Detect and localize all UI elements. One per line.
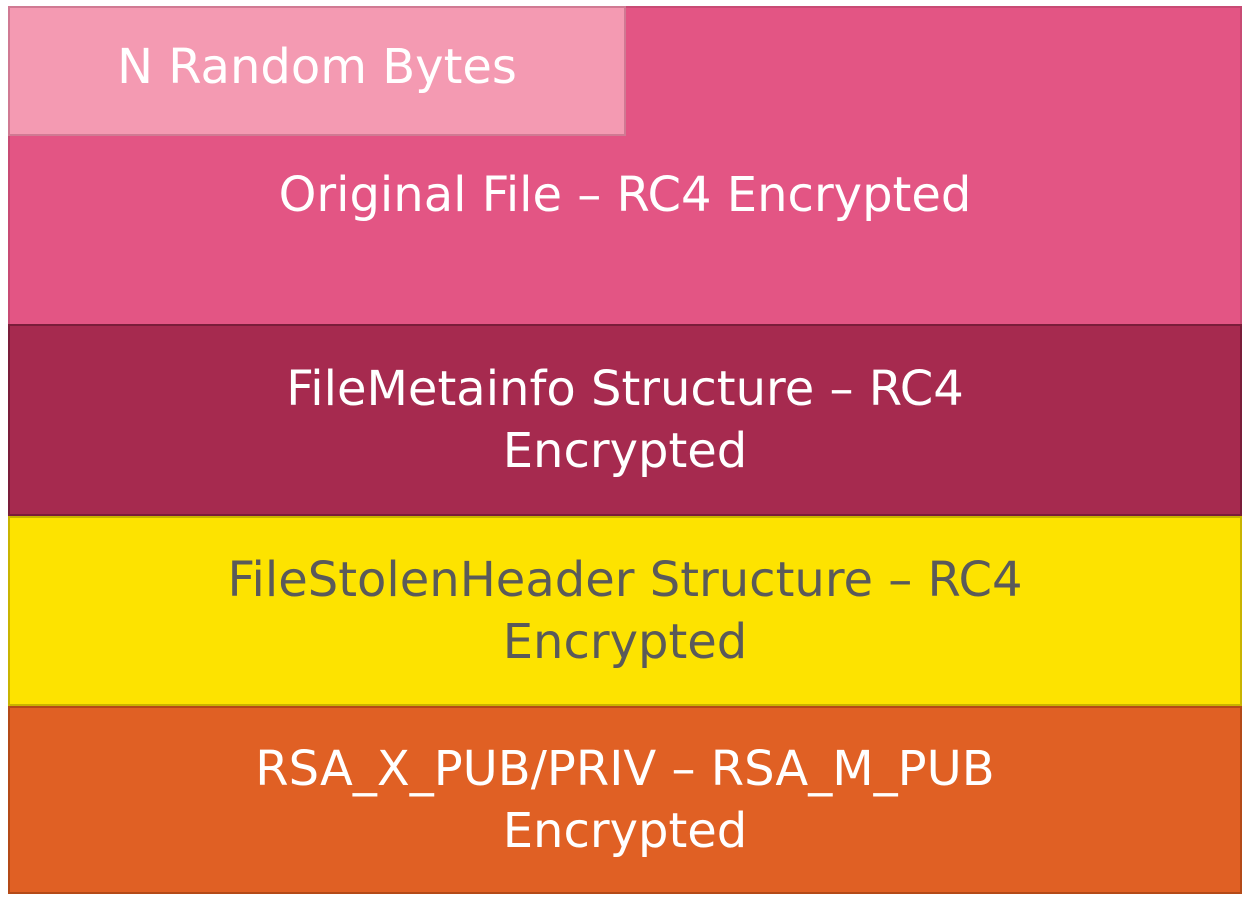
rsa-keys-label: RSA_X_PUB/PRIV – RSA_M_PUB Encrypted [255, 740, 995, 859]
file-metainfo-block: FileMetainfo Structure – RC4 Encrypted [8, 324, 1242, 516]
file-metainfo-label: FileMetainfo Structure – RC4 Encrypted [286, 360, 964, 479]
rsa-keys-block: RSA_X_PUB/PRIV – RSA_M_PUB Encrypted [8, 706, 1242, 894]
random-bytes-block: N Random Bytes [8, 6, 626, 136]
file-layout-diagram: Original File – RC4 Encrypted N Random B… [8, 6, 1242, 894]
random-bytes-label: N Random Bytes [117, 39, 517, 95]
file-stolen-header-block: FileStolenHeader Structure – RC4 Encrypt… [8, 516, 1242, 706]
file-stolen-header-label: FileStolenHeader Structure – RC4 Encrypt… [227, 551, 1023, 670]
original-file-label: Original File – RC4 Encrypted [278, 167, 972, 223]
